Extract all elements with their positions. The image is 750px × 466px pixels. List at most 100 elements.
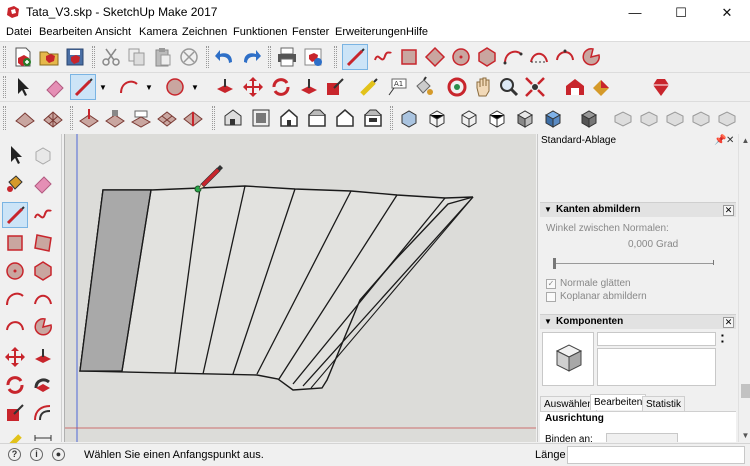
polygon-tool-icon[interactable]: [30, 258, 56, 284]
eraser-tool-icon[interactable]: [30, 170, 56, 196]
tray-scrollbar[interactable]: ▲ ▼: [738, 134, 750, 442]
select-tool-icon[interactable]: [10, 74, 36, 100]
orbit-tool-icon[interactable]: [444, 74, 470, 100]
component-description-field[interactable]: [597, 348, 716, 386]
layer-style-icon-5[interactable]: [714, 105, 740, 131]
rotated-rectangle-tool-icon[interactable]: [30, 230, 56, 256]
tray-close-button[interactable]: ✕: [726, 135, 734, 146]
menu-erweiterungen[interactable]: Erweiterungen: [335, 26, 406, 38]
tab-auswaehlen[interactable]: Auswählen: [540, 396, 597, 412]
scale-tool-icon[interactable]: [322, 74, 348, 100]
toolbar-grip[interactable]: [70, 106, 73, 130]
menu-funktionen[interactable]: Funktionen: [233, 26, 287, 38]
toolbar-grip[interactable]: [3, 76, 6, 98]
move-tool-icon[interactable]: [2, 344, 28, 370]
paint-bucket-tool-icon[interactable]: [2, 170, 28, 196]
add-detail-icon[interactable]: [154, 105, 180, 131]
minimize-button[interactable]: —: [612, 0, 658, 25]
menu-datei[interactable]: Datei: [6, 26, 32, 38]
rotated-rectangle-tool-icon[interactable]: [422, 44, 448, 70]
sandbox-from-contours-icon[interactable]: [12, 105, 38, 131]
text-tool-icon[interactable]: A1: [384, 74, 410, 100]
components-close-icon[interactable]: ✕: [723, 317, 734, 328]
shape-tools-dropdown[interactable]: ▼: [190, 74, 200, 100]
toolbar-grip[interactable]: [390, 106, 393, 130]
iso-view-icon[interactable]: [220, 105, 246, 131]
glue-to-select[interactable]: [606, 433, 678, 442]
geo-location-icon[interactable]: ?: [8, 448, 21, 461]
freehand-tool-icon[interactable]: [370, 44, 396, 70]
zoom-extents-tool-icon[interactable]: [522, 74, 548, 100]
tab-bearbeiten[interactable]: Bearbeiten: [590, 394, 647, 410]
paint-bucket-tool-icon[interactable]: [410, 74, 436, 100]
shaded-style-icon[interactable]: [512, 105, 538, 131]
circle-tool-icon[interactable]: [2, 258, 28, 284]
flip-edge-icon[interactable]: [180, 105, 206, 131]
share-model-icon[interactable]: [588, 74, 614, 100]
freehand-tool-icon[interactable]: [30, 202, 56, 228]
angle-slider-thumb[interactable]: [553, 258, 556, 269]
push-pull-tool-icon[interactable]: [30, 344, 56, 370]
warehouse-icon[interactable]: [562, 74, 588, 100]
toolbar-grip[interactable]: [3, 46, 6, 68]
select-tool-icon[interactable]: [2, 142, 28, 168]
open-file-icon[interactable]: [36, 44, 62, 70]
close-button[interactable]: ✕: [704, 0, 750, 25]
tab-statistik[interactable]: Statistik: [642, 396, 686, 412]
maximize-button[interactable]: ☐: [658, 0, 704, 25]
toolbar-grip[interactable]: [206, 46, 209, 68]
paste-icon[interactable]: [150, 44, 176, 70]
layer-style-icon-3[interactable]: [662, 105, 688, 131]
polygon-tool-icon[interactable]: [474, 44, 500, 70]
toolbar-grip[interactable]: [268, 46, 271, 68]
hidden-line-style-icon[interactable]: [484, 105, 510, 131]
layer-style-icon-1[interactable]: [610, 105, 636, 131]
push-pull-tool-icon[interactable]: [212, 74, 238, 100]
pan-tool-icon[interactable]: [470, 74, 496, 100]
circle-tool-icon[interactable]: [448, 44, 474, 70]
arc-tool-icon[interactable]: [116, 74, 142, 100]
line-tool-active-icon[interactable]: [70, 74, 96, 100]
measurements-box[interactable]: [567, 446, 745, 464]
back-edges-style-icon[interactable]: [424, 105, 450, 131]
two-point-arc-tool-icon[interactable]: [526, 44, 552, 70]
menu-zeichnen[interactable]: Zeichnen: [182, 26, 227, 38]
back-view-icon[interactable]: [332, 105, 358, 131]
make-component-icon[interactable]: [30, 142, 56, 168]
print-icon[interactable]: [274, 44, 300, 70]
redo-icon[interactable]: [238, 44, 264, 70]
arc-tools-dropdown[interactable]: ▼: [144, 74, 154, 100]
drawing-area[interactable]: [64, 134, 536, 442]
model-canvas[interactable]: [65, 134, 536, 442]
save-file-icon[interactable]: [62, 44, 88, 70]
erase-selection-icon[interactable]: [176, 44, 202, 70]
components-header[interactable]: ▼ Komponenten ✕: [540, 314, 736, 329]
credits-icon[interactable]: i: [30, 448, 43, 461]
monochrome-style-icon[interactable]: [576, 105, 602, 131]
soften-edges-header[interactable]: ▼ Kanten abmildern ✕: [540, 202, 736, 217]
wireframe-style-icon[interactable]: [456, 105, 482, 131]
arc-tool-icon[interactable]: [500, 44, 526, 70]
scroll-up-icon[interactable]: ▲: [739, 134, 750, 147]
menu-ansicht[interactable]: Ansicht: [95, 26, 131, 38]
rotate-tool-icon[interactable]: [2, 372, 28, 398]
pin-icon[interactable]: 📌: [714, 135, 726, 146]
smooth-normals-checkbox[interactable]: ✓: [546, 279, 556, 289]
user-icon[interactable]: ●: [52, 448, 65, 461]
soften-coplanar-checkbox[interactable]: [546, 292, 556, 302]
model-info-icon[interactable]: [300, 44, 326, 70]
stamp-icon[interactable]: [102, 105, 128, 131]
scale-tool-icon[interactable]: [2, 400, 28, 426]
component-details-icon[interactable]: ▪ ▪: [721, 332, 730, 347]
line-tool-active-icon[interactable]: [2, 202, 28, 228]
component-name-field[interactable]: [597, 332, 716, 346]
right-view-icon[interactable]: [304, 105, 330, 131]
toolbar-grip[interactable]: [92, 46, 95, 68]
offset-tool-icon[interactable]: [30, 400, 56, 426]
layer-style-icon-2[interactable]: [636, 105, 662, 131]
three-point-arc-tool-icon[interactable]: [552, 44, 578, 70]
two-point-arc-tool-icon[interactable]: [30, 286, 56, 312]
cut-icon[interactable]: [98, 44, 124, 70]
drape-icon[interactable]: [128, 105, 154, 131]
menu-kamera[interactable]: Kamera: [139, 26, 178, 38]
